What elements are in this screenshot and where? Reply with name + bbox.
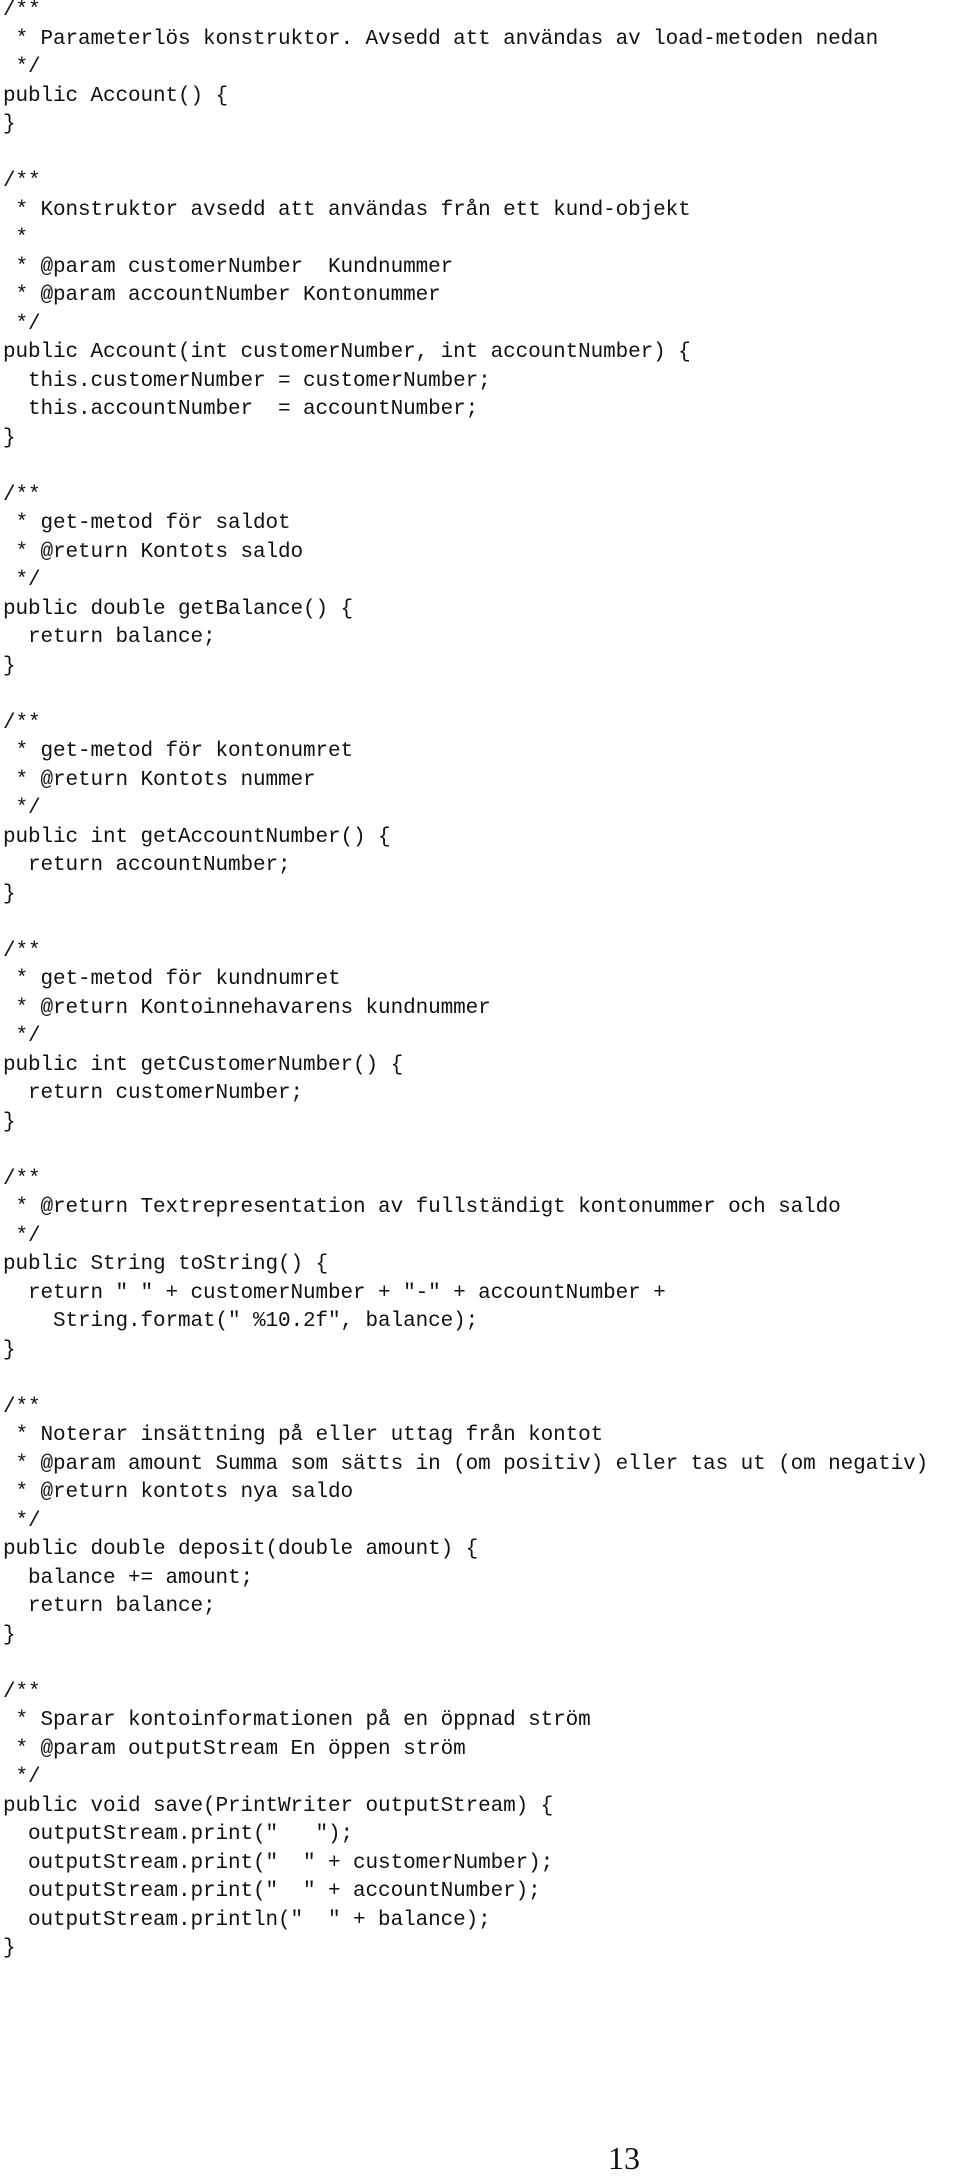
code-line: */: [3, 1766, 41, 1789]
code-line: /**: [3, 711, 41, 735]
code-line: */: [3, 1025, 41, 1048]
code-line: * get-metod för kundnumret: [3, 968, 341, 991]
code-line: * @param amount Summa som sätts in (om p…: [3, 1452, 929, 1476]
code-line: outputStream.print(" " + accountNumber);: [3, 1880, 541, 1903]
code-line: * @param outputStream En öppen ström: [3, 1737, 466, 1761]
code-line: }: [3, 1338, 16, 1362]
code-line: /**: [3, 1167, 41, 1191]
code-line: }: [3, 882, 16, 906]
code-line: */: [3, 1509, 41, 1533]
code-line: public int getCustomerNumber() {: [3, 1053, 404, 1077]
code-line: public Account(int customerNumber, int a…: [3, 341, 691, 364]
code-line: */: [3, 312, 41, 336]
code-line: this.customerNumber = customerNumber;: [3, 369, 491, 393]
code-line: /**: [3, 1395, 41, 1419]
code-line: * get-metod för kontonumret: [3, 740, 354, 763]
code-line: public double deposit(double amount) {: [3, 1538, 479, 1561]
code-line: /**: [3, 170, 41, 193]
code-line: * Konstruktor avsedd att användas från e…: [3, 198, 691, 222]
code-line: * Sparar kontoinformationen på en öppnad…: [3, 1709, 591, 1732]
code-line: this.accountNumber = accountNumber;: [3, 398, 479, 421]
code-line: }: [3, 654, 16, 678]
code-line: }: [3, 1937, 16, 1960]
code-line: }: [3, 1623, 16, 1647]
code-line: return " " + customerNumber + "-" + acco…: [3, 1281, 666, 1305]
code-line: public double getBalance() {: [3, 597, 354, 621]
code-line: *: [3, 227, 29, 250]
code-line: balance += amount;: [3, 1566, 254, 1590]
code-line: /**: [3, 1680, 41, 1704]
code-line: * @param accountNumber Kontonummer: [3, 284, 441, 307]
code-line: }: [3, 426, 16, 450]
code-line: outputStream.print(" " + customerNumber)…: [3, 1851, 554, 1875]
code-line: * @return kontots nya saldo: [3, 1481, 354, 1504]
code-line: * Noterar insättning på eller uttag från…: [3, 1424, 604, 1447]
code-line: /**: [3, 939, 41, 963]
code-line: public void save(PrintWriter outputStrea…: [3, 1794, 554, 1818]
page-number: 13: [608, 2140, 640, 2176]
code-line: outputStream.println(" " + balance);: [3, 1908, 491, 1932]
code-line: }: [3, 113, 16, 136]
code-line: * @return Kontots nummer: [3, 768, 316, 792]
code-line: * @return Kontots saldo: [3, 540, 304, 564]
code-line: return accountNumber;: [3, 854, 291, 877]
code-line: outputStream.print(" ");: [3, 1823, 354, 1846]
code-line: * @return Kontoinnehavarens kundnummer: [3, 996, 491, 1020]
code-line: public int getAccountNumber() {: [3, 825, 391, 849]
code-line: String.format(" %10.2f", balance);: [3, 1310, 479, 1333]
code-line: * @param customerNumber Kundnummer: [3, 255, 454, 279]
code-line: * @return Textrepresentation av fullstän…: [3, 1196, 841, 1219]
code-line: public String toString() {: [3, 1253, 329, 1276]
code-line: return balance;: [3, 1595, 216, 1618]
code-line: */: [3, 569, 41, 592]
code-line: * Parameterlös konstruktor. Avsedd att a…: [3, 27, 879, 51]
code-line: public Account() {: [3, 84, 229, 108]
code-line: */: [3, 1224, 41, 1248]
code-line: * get-metod för saldot: [3, 512, 291, 535]
code-line: */: [3, 797, 41, 820]
code-line: /**: [3, 0, 41, 22]
code-line: */: [3, 56, 41, 79]
code-line: /**: [3, 483, 41, 507]
code-line: }: [3, 1110, 16, 1134]
code-line: return balance;: [3, 626, 216, 649]
code-line: return customerNumber;: [3, 1082, 304, 1105]
code-listing: /** * Parameterlös konstruktor. Avsedd a…: [3, 0, 928, 1964]
